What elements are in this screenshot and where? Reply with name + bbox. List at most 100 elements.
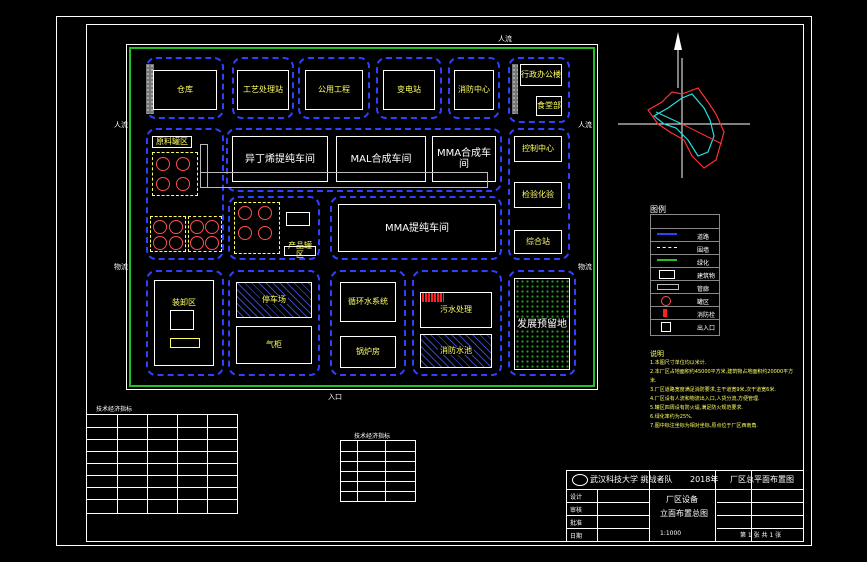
raw-tank-area-label-box: 原料罐区	[152, 136, 192, 148]
legend-row: 绿化	[651, 254, 719, 267]
pipe-rack	[200, 172, 488, 188]
legend-item-green: 绿化	[697, 260, 710, 267]
loading-platform	[170, 310, 194, 330]
tb-row-design: 设计	[570, 494, 583, 501]
mma-synth-workshop-label: MMA合成车间	[436, 148, 492, 170]
legend-row: 消防栓	[651, 306, 719, 319]
truck-bay	[170, 338, 200, 348]
office-building: 行政办公楼	[520, 64, 562, 86]
tank	[238, 226, 252, 240]
legend-item-building: 建筑物	[697, 273, 716, 280]
note-line: 7.图中标注坐标为相对坐标,原点位于厂区西南角.	[650, 423, 758, 429]
legend-row: 出入口	[651, 319, 719, 332]
left-table-title: 技术经济指标	[96, 406, 133, 413]
east-gate-top-label: 人流	[578, 121, 592, 129]
tank	[156, 177, 170, 191]
cooling-tower-building: 循环水系统	[340, 282, 396, 322]
legend-row	[651, 215, 719, 228]
gas-cabinet-label: 气柜	[266, 339, 282, 349]
warehouse-building: 仓库	[153, 70, 217, 110]
pump-house	[286, 212, 310, 226]
pipe-rack	[200, 144, 208, 188]
tb-row-date: 日期	[570, 533, 583, 540]
notes-title: 说明	[650, 350, 664, 358]
canteen-building: 食堂部	[536, 96, 562, 116]
north-arrow-icon	[674, 32, 682, 50]
tank	[169, 236, 183, 250]
parking-label: 停车场	[260, 294, 288, 305]
tank	[205, 220, 219, 234]
north-gate-label: 人流	[498, 35, 512, 43]
tank	[238, 206, 252, 220]
university-name: 武汉科技大学 挑战者队	[590, 475, 673, 484]
note-line: 1.本图尺寸单位均以米计.	[650, 360, 707, 366]
wastewater-label: 污水处理	[440, 304, 472, 314]
cooling-tower-label: 循环水系统	[348, 296, 388, 306]
note-line: 4.厂区设有人流和物流出入口,人货分流,方便管理.	[650, 396, 760, 402]
tank	[153, 220, 167, 234]
mid-table-title: 技术经济指标	[354, 433, 391, 440]
notes-block: 说明 1.本图尺寸单位均以米计. 2.本厂区占地面积约45000平方米,建筑物占…	[650, 350, 798, 431]
butanol-workshop-label: 异丁烯提纯车间	[245, 153, 315, 165]
fire-center-building: 消防中心	[454, 70, 494, 110]
legend-item-piperack: 管廊	[697, 286, 710, 293]
public-works-building: 公用工程	[305, 70, 363, 110]
legend-item-wall: 围墙	[697, 247, 710, 254]
tank	[258, 226, 272, 240]
legend-item-entrance: 出入口	[697, 325, 716, 332]
note-line: 2.本厂区占地面积约45000平方米,建筑物占地面积约20000平方米.	[650, 369, 794, 384]
tank	[153, 236, 167, 250]
fire-pool: 消防水池	[420, 334, 492, 368]
note-line: 3.厂区道路宽度满足消防要求,主干道宽9米,次干道宽6米.	[650, 387, 776, 393]
legend-green-symbol	[657, 259, 677, 261]
legend-box: 道路 围墙 绿化 建筑物 管廊 罐区 消防栓 出入口	[650, 214, 720, 336]
gas-cabinet: 气柜	[236, 326, 312, 364]
note-line: 6.绿化率约为25%.	[650, 414, 693, 420]
reserve-land: 发展预留地	[514, 278, 570, 370]
tank	[258, 206, 272, 220]
wastewater-building: 污水处理	[420, 292, 492, 328]
university-logo-icon	[572, 474, 588, 486]
comprehensive-label: 综合站	[526, 236, 550, 246]
legend-building-symbol	[659, 270, 675, 279]
tank	[176, 157, 190, 171]
drawing-name: 厂区总平面布置图	[730, 475, 794, 484]
tank	[190, 236, 204, 250]
mma-purify-workshop-building: MMA提纯车间	[338, 204, 496, 252]
lab-label: 检验化验	[522, 189, 554, 199]
left-index-table	[86, 414, 238, 514]
transformer-building: 变电站	[383, 70, 435, 110]
public-works-label: 公用工程	[318, 84, 350, 94]
tank	[176, 177, 190, 191]
loading-area-label: 装卸区	[172, 298, 196, 307]
legend-wall-symbol	[657, 247, 677, 248]
raw-tank-area-label: 原料罐区	[156, 136, 188, 146]
tb-row-approve: 批准	[570, 520, 583, 527]
legend-piperack-symbol	[657, 284, 679, 290]
drawing-scale: 1:1000	[660, 530, 682, 537]
canteen-label: 食堂部	[537, 100, 561, 110]
tank	[205, 236, 219, 250]
fire-pool-label: 消防水池	[438, 345, 474, 356]
comprehensive-building: 综合站	[514, 230, 562, 254]
tank	[190, 220, 204, 234]
product-tank-area-label-box: 产品罐区	[284, 241, 316, 259]
note-line: 5.罐区四周设有防火堤,满足防火规范要求.	[650, 405, 743, 411]
legend-row: 围墙	[651, 241, 719, 254]
product-tank-area-label: 产品罐区	[288, 241, 312, 259]
east-gate-bottom-label: 物流	[578, 263, 592, 271]
workshop-office-label: 工艺处理站	[243, 84, 283, 94]
control-center-label: 控制中心	[522, 143, 554, 153]
warehouse-label: 仓库	[177, 84, 193, 94]
legend-entrance-symbol	[661, 322, 671, 332]
wind-rose-spoke	[655, 111, 683, 125]
south-gate-label: 入口	[328, 393, 342, 401]
mal-workshop-label: MAL合成车间	[350, 153, 412, 165]
transformer-label: 变电站	[397, 84, 421, 94]
legend-item-tank: 罐区	[697, 299, 710, 306]
parking-strip	[512, 64, 518, 114]
legend-row: 罐区	[651, 293, 719, 306]
boiler-label: 锅炉房	[356, 346, 380, 356]
legend-tank-symbol	[661, 296, 671, 306]
workshop-office-building: 工艺处理站	[237, 70, 289, 110]
